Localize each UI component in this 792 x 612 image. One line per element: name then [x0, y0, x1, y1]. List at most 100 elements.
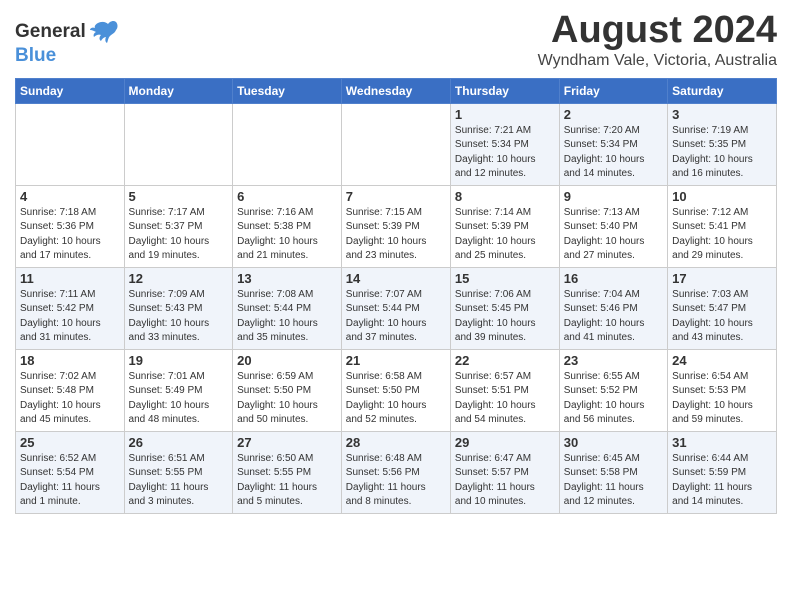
day-info: Sunrise: 7:04 AM Sunset: 5:46 PM Dayligh… — [564, 288, 663, 346]
day-info: Sunrise: 6:44 AM Sunset: 5:59 PM Dayligh… — [672, 452, 772, 510]
day-number: 14 — [346, 271, 446, 286]
calendar-week-row: 1Sunrise: 7:21 AM Sunset: 5:34 PM Daylig… — [16, 103, 777, 185]
calendar-cell: 20 Sunrise: 6:59 AM Sunset: 5:50 PM Dayli… — [233, 349, 342, 431]
calendar-cell: 27 Sunrise: 6:50 AM Sunset: 5:55 PM Dayli… — [233, 431, 342, 513]
calendar-day-header: Friday — [559, 78, 667, 103]
calendar-cell: 24 Sunrise: 6:54 AM Sunset: 5:53 PM Dayli… — [668, 349, 777, 431]
day-info: Sunrise: 6:47 AM Sunset: 5:57 PM Dayligh… — [455, 452, 555, 510]
day-info: Sunrise: 7:21 AM Sunset: 5:34 PM Dayligh… — [455, 124, 555, 182]
calendar-week-row: 18 Sunrise: 7:02 AM Sunset: 5:48 PM Dayli… — [16, 349, 777, 431]
day-number: 20 — [237, 353, 337, 368]
day-info: Sunrise: 7:11 AM Sunset: 5:42 PM Dayligh… — [20, 288, 120, 346]
day-number: 13 — [237, 271, 337, 286]
calendar-cell: 4 Sunrise: 7:18 AM Sunset: 5:36 PM Daylig… — [16, 185, 125, 267]
title-block: August 2024 Wyndham Vale, Victoria, Aust… — [538, 10, 777, 70]
day-info: Sunrise: 6:45 AM Sunset: 5:58 PM Dayligh… — [564, 452, 663, 510]
day-number: 16 — [564, 271, 663, 286]
calendar-day-header: Wednesday — [341, 78, 450, 103]
day-number: 23 — [564, 353, 663, 368]
day-number: 12 — [129, 271, 229, 286]
day-info: Sunrise: 7:06 AM Sunset: 5:45 PM Dayligh… — [455, 288, 555, 346]
day-number: 11 — [20, 271, 120, 286]
day-info: Sunrise: 6:55 AM Sunset: 5:52 PM Dayligh… — [564, 370, 663, 428]
calendar-cell: 15 Sunrise: 7:06 AM Sunset: 5:45 PM Dayli… — [450, 267, 559, 349]
logo-blue-text: Blue — [15, 46, 118, 65]
day-info: Sunrise: 7:15 AM Sunset: 5:39 PM Dayligh… — [346, 206, 446, 264]
calendar-cell — [341, 103, 450, 185]
day-info: Sunrise: 7:14 AM Sunset: 5:39 PM Dayligh… — [455, 206, 555, 264]
calendar-cell: 30 Sunrise: 6:45 AM Sunset: 5:58 PM Dayli… — [559, 431, 667, 513]
calendar-cell: 21 Sunrise: 6:58 AM Sunset: 5:50 PM Dayli… — [341, 349, 450, 431]
day-info: Sunrise: 7:18 AM Sunset: 5:36 PM Dayligh… — [20, 206, 120, 264]
calendar-day-header: Saturday — [668, 78, 777, 103]
day-info: Sunrise: 6:50 AM Sunset: 5:55 PM Dayligh… — [237, 452, 337, 510]
calendar-cell: 25Sunrise: 6:52 AM Sunset: 5:54 PM Dayli… — [16, 431, 125, 513]
page-header: General Blue August 2024 Wyndham Vale, V… — [15, 10, 777, 70]
day-info: Sunrise: 7:19 AM Sunset: 5:35 PM Dayligh… — [672, 124, 772, 182]
calendar-cell: 3 Sunrise: 7:19 AM Sunset: 5:35 PM Daylig… — [668, 103, 777, 185]
day-number: 22 — [455, 353, 555, 368]
day-info: Sunrise: 7:13 AM Sunset: 5:40 PM Dayligh… — [564, 206, 663, 264]
day-number: 15 — [455, 271, 555, 286]
calendar-cell: 12 Sunrise: 7:09 AM Sunset: 5:43 PM Dayli… — [124, 267, 233, 349]
calendar-day-header: Sunday — [16, 78, 125, 103]
calendar-cell: 18 Sunrise: 7:02 AM Sunset: 5:48 PM Dayli… — [16, 349, 125, 431]
day-number: 17 — [672, 271, 772, 286]
day-info: Sunrise: 6:59 AM Sunset: 5:50 PM Dayligh… — [237, 370, 337, 428]
day-info: Sunrise: 7:07 AM Sunset: 5:44 PM Dayligh… — [346, 288, 446, 346]
calendar-cell: 14 Sunrise: 7:07 AM Sunset: 5:44 PM Dayli… — [341, 267, 450, 349]
day-number: 6 — [237, 189, 337, 204]
calendar-cell: 16 Sunrise: 7:04 AM Sunset: 5:46 PM Dayli… — [559, 267, 667, 349]
calendar-cell: 17 Sunrise: 7:03 AM Sunset: 5:47 PM Dayli… — [668, 267, 777, 349]
calendar-week-row: 11 Sunrise: 7:11 AM Sunset: 5:42 PM Dayli… — [16, 267, 777, 349]
day-info: Sunrise: 6:54 AM Sunset: 5:53 PM Dayligh… — [672, 370, 772, 428]
calendar-cell: 26Sunrise: 6:51 AM Sunset: 5:55 PM Dayli… — [124, 431, 233, 513]
calendar-cell: 10 Sunrise: 7:12 AM Sunset: 5:41 PM Dayli… — [668, 185, 777, 267]
day-number: 8 — [455, 189, 555, 204]
calendar-day-header: Thursday — [450, 78, 559, 103]
day-number: 31 — [672, 435, 772, 450]
day-number: 21 — [346, 353, 446, 368]
calendar-cell: 28Sunrise: 6:48 AM Sunset: 5:56 PM Dayli… — [341, 431, 450, 513]
calendar-cell: 11 Sunrise: 7:11 AM Sunset: 5:42 PM Dayli… — [16, 267, 125, 349]
day-number: 27 — [237, 435, 337, 450]
day-info: Sunrise: 7:12 AM Sunset: 5:41 PM Dayligh… — [672, 206, 772, 264]
calendar-cell — [124, 103, 233, 185]
calendar-day-header: Monday — [124, 78, 233, 103]
day-number: 29 — [455, 435, 555, 450]
day-info: Sunrise: 7:03 AM Sunset: 5:47 PM Dayligh… — [672, 288, 772, 346]
day-info: Sunrise: 7:08 AM Sunset: 5:44 PM Dayligh… — [237, 288, 337, 346]
month-title: August 2024 — [538, 10, 777, 52]
calendar-cell: 6 Sunrise: 7:16 AM Sunset: 5:38 PM Daylig… — [233, 185, 342, 267]
day-number: 3 — [672, 107, 772, 122]
day-number: 10 — [672, 189, 772, 204]
calendar-cell: 31 Sunrise: 6:44 AM Sunset: 5:59 PM Dayli… — [668, 431, 777, 513]
calendar-cell: 7 Sunrise: 7:15 AM Sunset: 5:39 PM Daylig… — [341, 185, 450, 267]
calendar-cell: 1Sunrise: 7:21 AM Sunset: 5:34 PM Daylig… — [450, 103, 559, 185]
day-number: 24 — [672, 353, 772, 368]
day-info: Sunrise: 7:17 AM Sunset: 5:37 PM Dayligh… — [129, 206, 229, 264]
calendar-header-row: SundayMondayTuesdayWednesdayThursdayFrid… — [16, 78, 777, 103]
day-info: Sunrise: 7:20 AM Sunset: 5:34 PM Dayligh… — [564, 124, 663, 182]
calendar-cell: 5 Sunrise: 7:17 AM Sunset: 5:37 PM Daylig… — [124, 185, 233, 267]
day-info: Sunrise: 7:16 AM Sunset: 5:38 PM Dayligh… — [237, 206, 337, 264]
day-info: Sunrise: 7:02 AM Sunset: 5:48 PM Dayligh… — [20, 370, 120, 428]
day-info: Sunrise: 7:09 AM Sunset: 5:43 PM Dayligh… — [129, 288, 229, 346]
day-number: 4 — [20, 189, 120, 204]
day-info: Sunrise: 6:52 AM Sunset: 5:54 PM Dayligh… — [20, 452, 120, 510]
day-number: 5 — [129, 189, 229, 204]
day-info: Sunrise: 6:58 AM Sunset: 5:50 PM Dayligh… — [346, 370, 446, 428]
calendar-cell: 13 Sunrise: 7:08 AM Sunset: 5:44 PM Dayli… — [233, 267, 342, 349]
calendar-cell: 8 Sunrise: 7:14 AM Sunset: 5:39 PM Daylig… — [450, 185, 559, 267]
day-number: 7 — [346, 189, 446, 204]
logo-general-text: General — [15, 22, 86, 43]
calendar-week-row: 4 Sunrise: 7:18 AM Sunset: 5:36 PM Daylig… — [16, 185, 777, 267]
day-info: Sunrise: 6:57 AM Sunset: 5:51 PM Dayligh… — [455, 370, 555, 428]
day-number: 18 — [20, 353, 120, 368]
calendar-week-row: 25Sunrise: 6:52 AM Sunset: 5:54 PM Dayli… — [16, 431, 777, 513]
day-info: Sunrise: 7:01 AM Sunset: 5:49 PM Dayligh… — [129, 370, 229, 428]
calendar-cell: 2Sunrise: 7:20 AM Sunset: 5:34 PM Daylig… — [559, 103, 667, 185]
day-number: 28 — [346, 435, 446, 450]
logo-bird-icon — [88, 18, 118, 46]
day-number: 30 — [564, 435, 663, 450]
